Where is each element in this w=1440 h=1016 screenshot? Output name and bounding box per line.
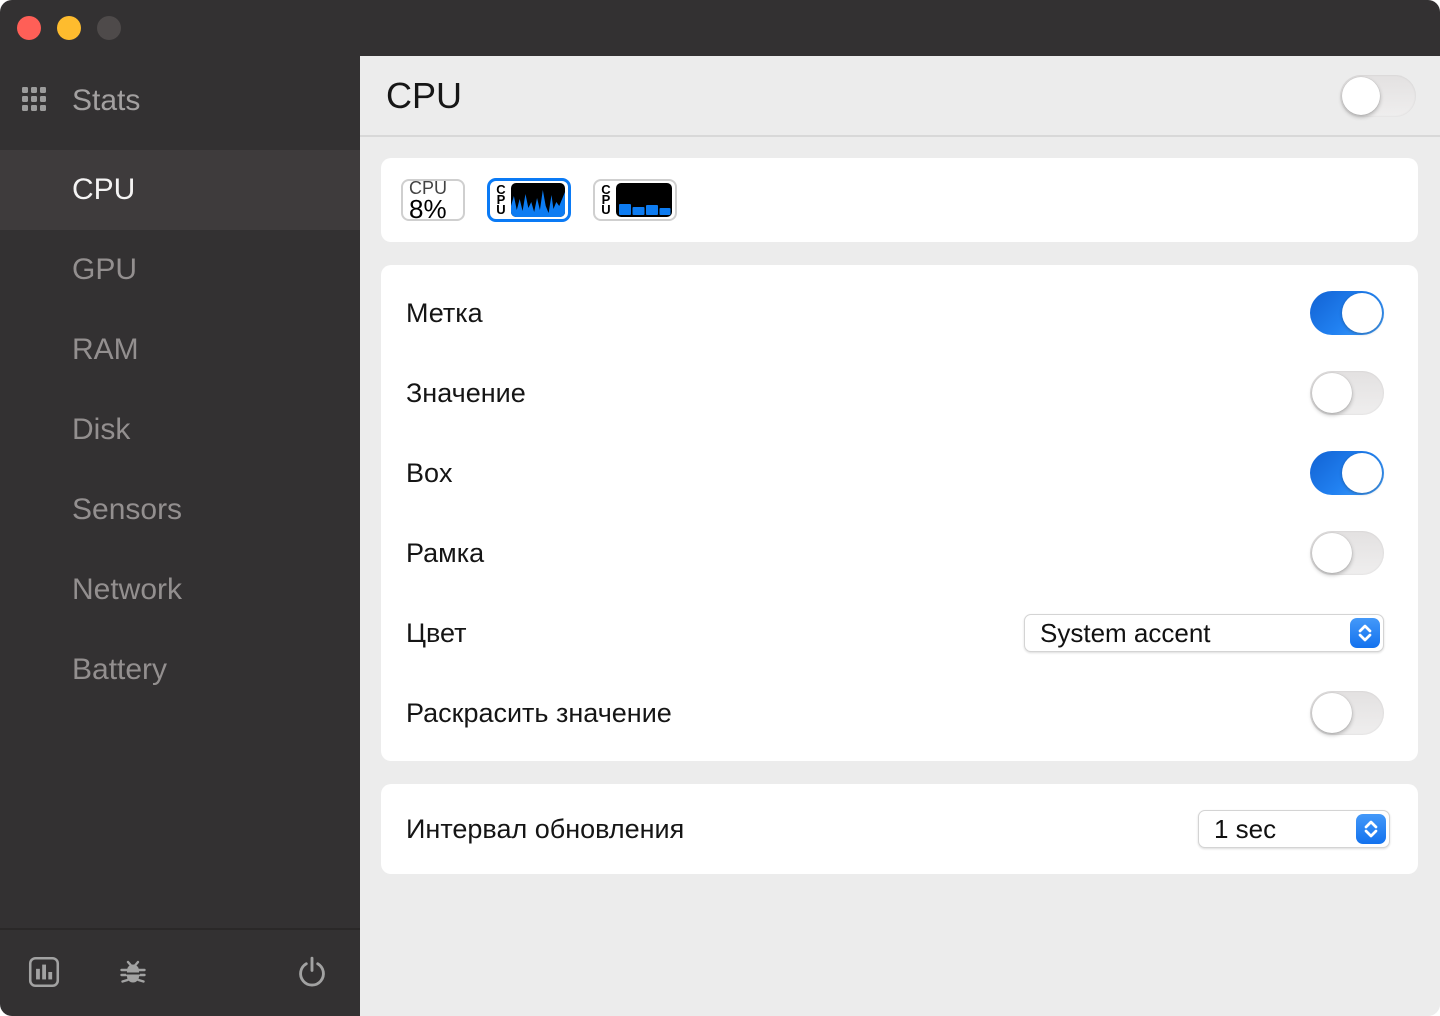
sidebar-item-ram[interactable]: RAM [0, 310, 360, 390]
power-icon [294, 954, 330, 993]
interval-select-value: 1 sec [1214, 813, 1277, 844]
setting-row-label: Метка [406, 273, 1384, 353]
toggle-knob [1312, 373, 1352, 413]
sidebar: Stats CPU GPU RAM Disk Sensors Network B… [0, 0, 360, 1016]
widget-line-chart-label: CPU [496, 182, 506, 217]
select-stepper-icon [1350, 618, 1380, 648]
settings-card: Метка Значение Box Рамка Цвет System acc… [381, 265, 1418, 761]
stats-preferences-window: Stats CPU GPU RAM Disk Sensors Network B… [0, 0, 1440, 1016]
widget-preview-bar-chart[interactable]: CPU [593, 179, 677, 221]
colorize-value-toggle[interactable] [1310, 691, 1384, 735]
select-stepper-icon [1356, 814, 1386, 844]
setting-label: Рамка [406, 537, 485, 568]
main-header: CPU [360, 56, 1440, 137]
bug-icon [116, 955, 150, 992]
sidebar-item-cpu[interactable]: CPU [0, 150, 360, 230]
traffic-lights [0, 0, 360, 40]
toggle-knob [1342, 76, 1380, 115]
bar-chart-widget-icon [616, 183, 672, 217]
setting-row-colorize-value: Раскрасить значение [406, 673, 1384, 753]
interval-label: Интервал обновления [406, 813, 685, 844]
app-header: Stats [22, 84, 360, 118]
module-enable-toggle[interactable] [1340, 74, 1416, 117]
app-title: Stats [72, 84, 141, 117]
color-select-value: System accent [1040, 617, 1211, 648]
content: CPU 8% CPU CPU Метка Значение Box Рамка … [360, 137, 1440, 1016]
setting-label: Box [406, 457, 453, 488]
box-toggle[interactable] [1310, 451, 1384, 495]
setting-label: Значение [406, 377, 526, 408]
value-toggle[interactable] [1310, 371, 1384, 415]
page-title: CPU [386, 74, 463, 116]
setting-row-value: Значение [406, 353, 1384, 433]
main-panel: CPU CPU 8% CPU CPU Метка Значение Box Ра… [360, 0, 1440, 1016]
setting-row-frame: Рамка [406, 513, 1384, 593]
toggle-knob [1312, 533, 1352, 573]
setting-label: Метка [406, 297, 483, 328]
activity-button[interactable] [26, 954, 62, 993]
line-chart-icon [511, 183, 565, 217]
widget-preview-mini[interactable]: CPU 8% [401, 179, 465, 224]
interval-card: Интервал обновления 1 sec [381, 784, 1418, 874]
quit-button[interactable] [294, 954, 330, 993]
minimize-button[interactable] [57, 16, 81, 40]
sidebar-item-network[interactable]: Network [0, 550, 360, 630]
sidebar-item-gpu[interactable]: GPU [0, 230, 360, 310]
setting-row-box: Box [406, 433, 1384, 513]
widget-preview-line-chart[interactable]: CPU [487, 178, 571, 222]
setting-label: Цвет [406, 617, 467, 648]
sidebar-item-disk[interactable]: Disk [0, 390, 360, 470]
zoom-button[interactable] [97, 16, 121, 40]
bar-chart-icon [26, 954, 62, 993]
toggle-knob [1312, 693, 1352, 733]
bug-report-button[interactable] [116, 955, 150, 992]
sidebar-item-sensors[interactable]: Sensors [0, 470, 360, 550]
toggle-knob [1342, 453, 1382, 493]
toggle-knob [1342, 293, 1382, 333]
sidebar-item-battery[interactable]: Battery [0, 630, 360, 710]
label-toggle[interactable] [1310, 291, 1384, 335]
widget-bar-chart-label: CPU [601, 182, 611, 217]
frame-toggle[interactable] [1310, 531, 1384, 575]
close-button[interactable] [17, 16, 41, 40]
color-select[interactable]: System accent [1024, 614, 1384, 652]
widget-preview-card: CPU 8% CPU CPU [381, 158, 1418, 242]
grid-icon [22, 86, 46, 116]
sidebar-footer [0, 928, 360, 1016]
interval-select[interactable]: 1 sec [1198, 810, 1390, 848]
setting-row-color: Цвет System accent [406, 593, 1384, 673]
setting-label: Раскрасить значение [406, 697, 672, 728]
titlebar [360, 0, 1440, 56]
widget-mini-value: 8% [409, 194, 447, 224]
sidebar-nav: CPU GPU RAM Disk Sensors Network Battery [0, 150, 360, 710]
